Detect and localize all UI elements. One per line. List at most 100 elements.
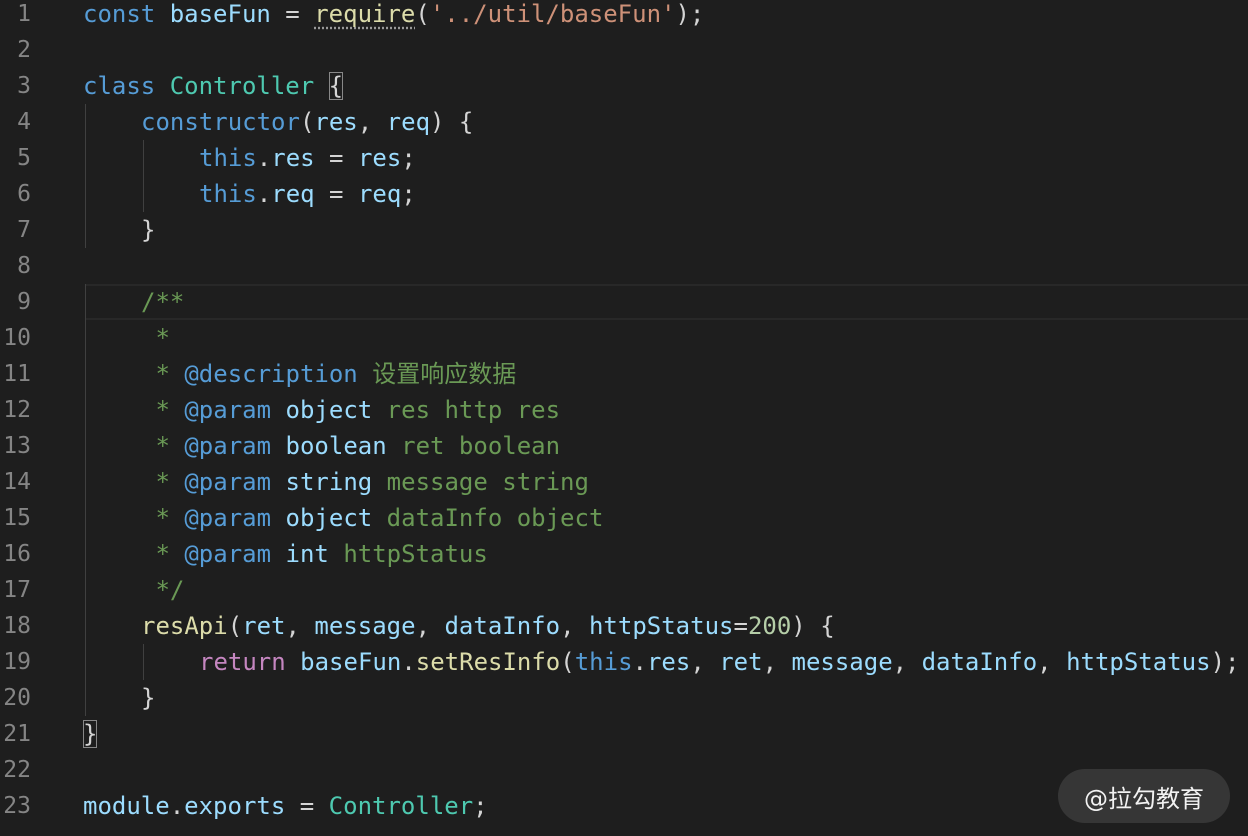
- code-line[interactable]: 8: [0, 248, 1248, 284]
- code-line[interactable]: 21}: [0, 716, 1248, 752]
- code-line[interactable]: 2: [0, 32, 1248, 68]
- code-token-function: require: [314, 0, 416, 28]
- indent-guide: [85, 428, 86, 464]
- line-number: 23: [3, 793, 31, 819]
- code-token-variable: int: [285, 540, 329, 568]
- code-editor[interactable]: 1 const baseFun = require('../util/baseFu…: [0, 0, 1248, 836]
- code-text: constructor(res, req) {: [141, 104, 473, 140]
- code-token-comment: message string: [372, 468, 589, 496]
- code-token-tag: @param: [184, 504, 272, 532]
- code-token-plain: ,: [762, 648, 792, 676]
- line-number: 1: [17, 1, 31, 27]
- code-text: module.exports = Controller;: [83, 788, 488, 824]
- code-token-variable: httpStatus: [1066, 648, 1211, 676]
- code-token-plain: .: [256, 180, 272, 208]
- code-token-keyword: constructor: [141, 108, 300, 136]
- code-line[interactable]: 9 /**: [0, 284, 1248, 320]
- code-token-tag: @param: [184, 468, 272, 496]
- line-number: 9: [17, 289, 31, 315]
- code-text: }: [141, 212, 155, 248]
- code-token-variable: boolean: [285, 432, 387, 460]
- code-token-plain: .: [632, 648, 647, 676]
- code-line[interactable]: 5 this.res = res;: [0, 140, 1248, 176]
- code-token-variable: res: [271, 144, 315, 172]
- line-number: 22: [3, 757, 31, 783]
- code-token-tag: @param: [184, 540, 272, 568]
- code-token-variable: baseFun: [300, 648, 402, 676]
- code-line[interactable]: 16 * @param int httpStatus: [0, 536, 1248, 572]
- code-token-comment: ret boolean: [386, 432, 561, 460]
- code-token-variable: res: [314, 108, 358, 136]
- code-token-variable: res: [646, 648, 691, 676]
- indent-guide: [85, 500, 86, 536]
- code-line[interactable]: 18 resApi(ret, message, dataInfo, httpSta…: [0, 608, 1248, 644]
- code-token-keyword: const: [83, 0, 156, 28]
- code-token-plain: ,: [1037, 648, 1067, 676]
- code-token-keyword: this: [574, 648, 633, 676]
- code-token-variable: req: [271, 180, 315, 208]
- code-line[interactable]: 17 */: [0, 572, 1248, 608]
- code-text: }: [141, 680, 155, 716]
- code-token-comment: [271, 396, 285, 424]
- code-token-type: Controller: [328, 792, 474, 820]
- code-token-variable: object: [285, 504, 373, 532]
- code-token-keyword: this: [199, 144, 257, 172]
- code-line[interactable]: 7}: [0, 212, 1248, 248]
- indent-guide: [85, 608, 86, 644]
- code-line[interactable]: 15 * @param object dataInfo object: [0, 500, 1248, 536]
- code-token-variable: ret: [719, 648, 763, 676]
- code-token-tag: @description: [184, 360, 358, 388]
- code-token-plain: {: [328, 72, 344, 100]
- code-text: * @description 设置响应数据: [141, 356, 516, 392]
- code-token-plain: =: [270, 0, 315, 28]
- code-token-plain: ,: [560, 612, 589, 640]
- code-token-tag: @param: [184, 432, 272, 460]
- code-token-comment: *: [141, 360, 185, 388]
- code-token-plain: =: [314, 180, 358, 208]
- code-token-comment: [271, 504, 285, 532]
- indent-guide: [85, 284, 86, 320]
- code-token-plain: .: [169, 792, 185, 820]
- code-token-plain: );: [1210, 648, 1240, 676]
- indent-guide: [143, 176, 144, 212]
- line-number: 4: [17, 109, 31, 135]
- code-text: *: [141, 320, 169, 356]
- code-line[interactable]: 11 * @description 设置响应数据: [0, 356, 1248, 392]
- code-token-variable: message: [791, 648, 893, 676]
- code-line[interactable]: 4 constructor(res, req) {: [0, 104, 1248, 140]
- code-line[interactable]: 20}: [0, 680, 1248, 716]
- code-line[interactable]: 1 const baseFun = require('../util/baseFu…: [0, 0, 1248, 32]
- code-text: * @param object res http res: [141, 392, 560, 428]
- indent-guide: [143, 644, 144, 680]
- code-token-comment: 设置响应数据: [357, 360, 517, 388]
- code-text: * @param string message string: [141, 464, 589, 500]
- code-token-variable: string: [285, 468, 373, 496]
- code-text: this.req = req;: [199, 176, 416, 212]
- code-line[interactable]: 19 return baseFun.setResInfo(this.res, re…: [0, 644, 1248, 680]
- code-token-control: return: [199, 648, 286, 676]
- code-token-comment: *: [141, 468, 185, 496]
- code-token-variable: object: [285, 396, 373, 424]
- line-number: 6: [17, 181, 31, 207]
- code-text: resApi(ret, message, dataInfo, httpStatu…: [141, 608, 835, 644]
- code-token-number: 200: [747, 612, 792, 640]
- code-line[interactable]: 12 * @param object res http res: [0, 392, 1248, 428]
- line-number: 15: [3, 505, 31, 531]
- indent-guide: [85, 176, 86, 212]
- code-token-plain: }: [83, 720, 98, 748]
- indent-guide: [85, 212, 86, 248]
- code-token-plain: ,: [285, 612, 315, 640]
- code-line[interactable]: 14 * @param string message string: [0, 464, 1248, 500]
- line-number: 3: [17, 73, 31, 99]
- indent-guide: [85, 140, 86, 176]
- code-token-comment: */: [141, 576, 185, 604]
- code-line[interactable]: 13 * @param boolean ret boolean: [0, 428, 1248, 464]
- indent-guide: [85, 104, 86, 140]
- code-line[interactable]: 6 this.req = req;: [0, 176, 1248, 212]
- line-number: 5: [17, 145, 31, 171]
- code-line[interactable]: 10 *: [0, 320, 1248, 356]
- code-line[interactable]: 3 class Controller {: [0, 68, 1248, 104]
